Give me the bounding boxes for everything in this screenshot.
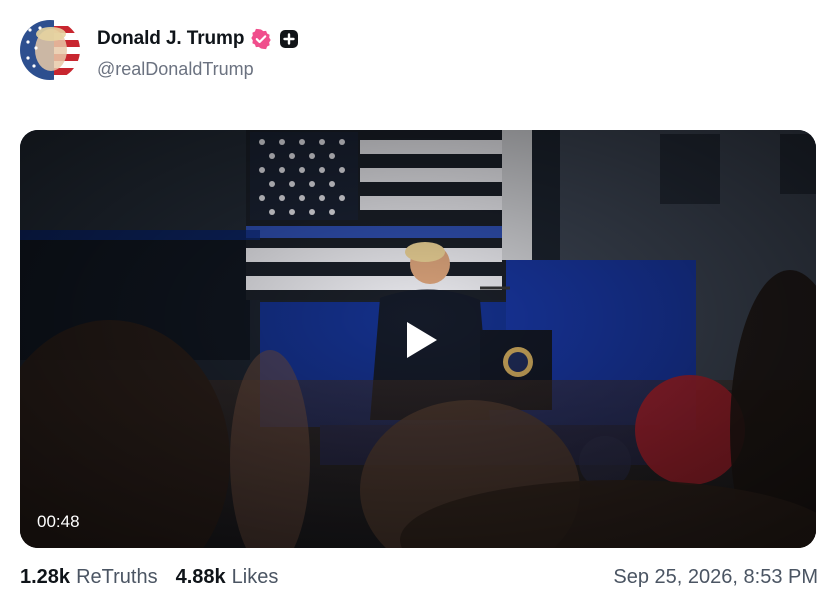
- author-handle[interactable]: @realDonaldTrump: [97, 59, 254, 80]
- likes-count: 4.88k: [175, 566, 226, 588]
- author-name-row: Donald J. Trump: [97, 28, 300, 50]
- video-duration: 00:48: [37, 512, 80, 531]
- play-button[interactable]: [393, 314, 445, 366]
- retruths-label: ReTruths: [76, 566, 158, 588]
- retruths-stat[interactable]: 1.28k ReTruths: [20, 566, 158, 589]
- verified-badge-icon: [250, 28, 272, 50]
- retruths-count: 1.28k: [20, 566, 71, 588]
- likes-label: Likes: [231, 566, 279, 588]
- likes-stat[interactable]: 4.88k Likes: [176, 566, 279, 589]
- post-stats: 1.28k ReTruths 4.88k Likes: [20, 566, 278, 589]
- plus-badge-icon: [278, 28, 300, 50]
- post-header: Donald J. Trump @realDonaldTrump: [20, 20, 820, 82]
- avatar[interactable]: [20, 20, 80, 80]
- author-display-name[interactable]: Donald J. Trump: [97, 28, 244, 50]
- post-timestamp[interactable]: Sep 25, 2026, 8:53 PM: [613, 566, 818, 589]
- play-icon: [407, 322, 437, 358]
- video-player[interactable]: 00:48: [20, 130, 816, 548]
